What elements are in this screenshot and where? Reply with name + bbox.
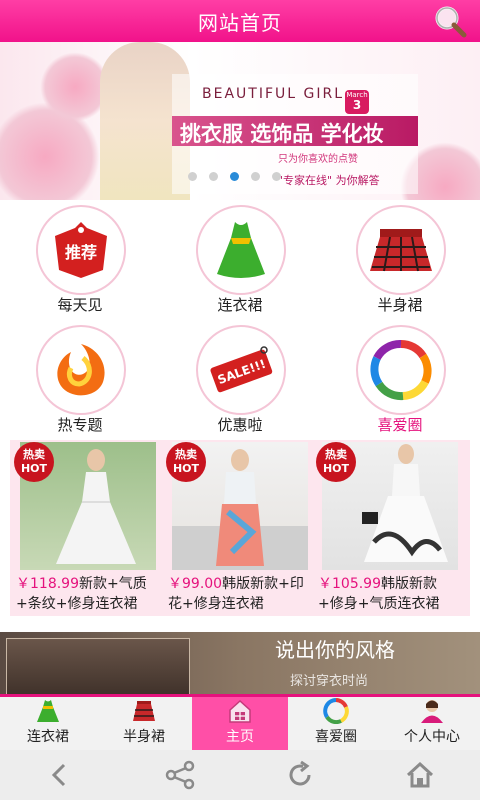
product-card[interactable]: 热卖 HOT ￥99.00韩版新款+印花+修身连衣裙: [162, 440, 312, 616]
hot-sale-badge: 热卖 HOT: [166, 442, 206, 482]
hot-sale-badge: 热卖 HOT: [14, 442, 54, 482]
product-title: ￥105.99韩版新款+修身+气质连衣裙: [318, 576, 440, 612]
product-card[interactable]: 热卖 HOT ￥105.99韩版新款+修身+气质连衣裙: [312, 440, 462, 616]
tab-label: 主页: [226, 729, 254, 745]
category-item-discount[interactable]: SALE!!! 优惠啦: [160, 320, 320, 440]
category-label: 喜爱圈: [377, 416, 423, 434]
category-item-hot-topic[interactable]: 热专题: [0, 320, 160, 440]
recommend-badge-text: 推荐: [65, 243, 97, 262]
product-price: ￥99.00: [168, 576, 223, 592]
tab-profile[interactable]: 个人中心: [384, 697, 480, 750]
carousel-dot-active[interactable]: [230, 172, 239, 181]
sale-tag-icon: SALE!!!: [196, 325, 286, 415]
tab-dress[interactable]: 连衣裙: [0, 697, 96, 750]
category-label: 每天见: [57, 296, 103, 314]
search-icon[interactable]: [432, 3, 468, 39]
refresh-icon[interactable]: [283, 758, 317, 792]
favorite-circle-icon: [323, 698, 349, 724]
category-item-daily[interactable]: 推荐 每天见: [0, 200, 160, 320]
carousel-dot[interactable]: [209, 172, 218, 181]
recommend-tag-icon: 推荐: [36, 205, 126, 295]
product-list: 热卖 HOT ￥118.99新款+气质+条纹+修身连衣裙 热卖 HOT ￥99.00…: [10, 440, 470, 616]
hot-topic-icon: [36, 325, 126, 415]
banner-slogan: 挑衣服 选饰品 学化妆: [180, 122, 384, 146]
category-item-favorites[interactable]: 喜爱圈: [320, 320, 480, 440]
dress-icon: [37, 700, 59, 722]
product-card[interactable]: 热卖 HOT ￥118.99新款+气质+条纹+修身连衣裙: [10, 440, 160, 616]
date-day: 3: [352, 98, 362, 112]
home-icon[interactable]: [403, 758, 437, 792]
category-label: 热专题: [57, 416, 103, 434]
carousel-dot[interactable]: [188, 172, 197, 181]
bottom-tab-bar: 连衣裙 半身裙 主页 喜爱圈 个人中心: [0, 694, 480, 750]
banner-sub1: 只为你喜欢的点赞: [278, 154, 358, 165]
product-title: ￥118.99新款+气质+条纹+修身连衣裙: [16, 576, 147, 612]
share-icon[interactable]: [163, 758, 197, 792]
tab-label: 个人中心: [404, 729, 460, 745]
page-title: 网站首页: [198, 10, 282, 35]
tab-skirt[interactable]: 半身裙: [96, 697, 192, 750]
tab-label: 连衣裙: [27, 729, 69, 745]
product-title: ￥99.00韩版新款+印花+修身连衣裙: [168, 576, 304, 612]
style-banner-subtext: 探讨穿衣时尚: [290, 674, 369, 689]
carousel-dots: [188, 172, 281, 181]
skirt-icon: [133, 701, 155, 721]
tab-favorites[interactable]: 喜爱圈: [288, 697, 384, 750]
banner-photo: [6, 638, 190, 694]
hot-sale-badge: 热卖 HOT: [316, 442, 356, 482]
skirt-icon: [356, 205, 446, 295]
product-price: ￥118.99: [16, 576, 79, 592]
category-item-skirt[interactable]: 半身裙: [320, 200, 480, 320]
category-item-dress[interactable]: 连衣裙: [160, 200, 320, 320]
category-grid: 推荐 每天见 连衣裙 半身裙 热专题 SALE!!! 优惠啦 喜爱圈: [0, 200, 480, 440]
app-header: 网站首页: [0, 0, 480, 42]
style-banner[interactable]: 说出你的风格 探讨穿衣时尚: [0, 632, 480, 694]
banner-sub2: "专家在线" 为你解答: [278, 174, 380, 187]
tab-home[interactable]: 主页: [192, 697, 288, 750]
favorite-circle-icon: [356, 325, 446, 415]
carousel-dot[interactable]: [251, 172, 260, 181]
home-icon: [229, 699, 251, 723]
tab-label: 喜爱圈: [315, 729, 357, 745]
carousel-dot[interactable]: [272, 172, 281, 181]
date-badge: March 3: [345, 90, 369, 114]
user-icon: [421, 700, 443, 723]
category-label: 优惠啦: [217, 416, 263, 434]
system-nav-bar: [0, 750, 480, 800]
tab-label: 半身裙: [123, 729, 165, 745]
back-icon[interactable]: [43, 758, 77, 792]
category-label: 连衣裙: [217, 296, 263, 314]
promo-banner[interactable]: BEAUTIFUL GIRL 挑衣服 选饰品 学化妆 只为你喜欢的点赞 "专家在…: [0, 42, 480, 200]
product-price: ￥105.99: [318, 576, 381, 592]
dress-icon: [196, 205, 286, 295]
banner-heading: BEAUTIFUL GIRL: [202, 86, 345, 102]
style-banner-text: 说出你的风格: [275, 638, 395, 662]
category-label: 半身裙: [377, 296, 423, 314]
